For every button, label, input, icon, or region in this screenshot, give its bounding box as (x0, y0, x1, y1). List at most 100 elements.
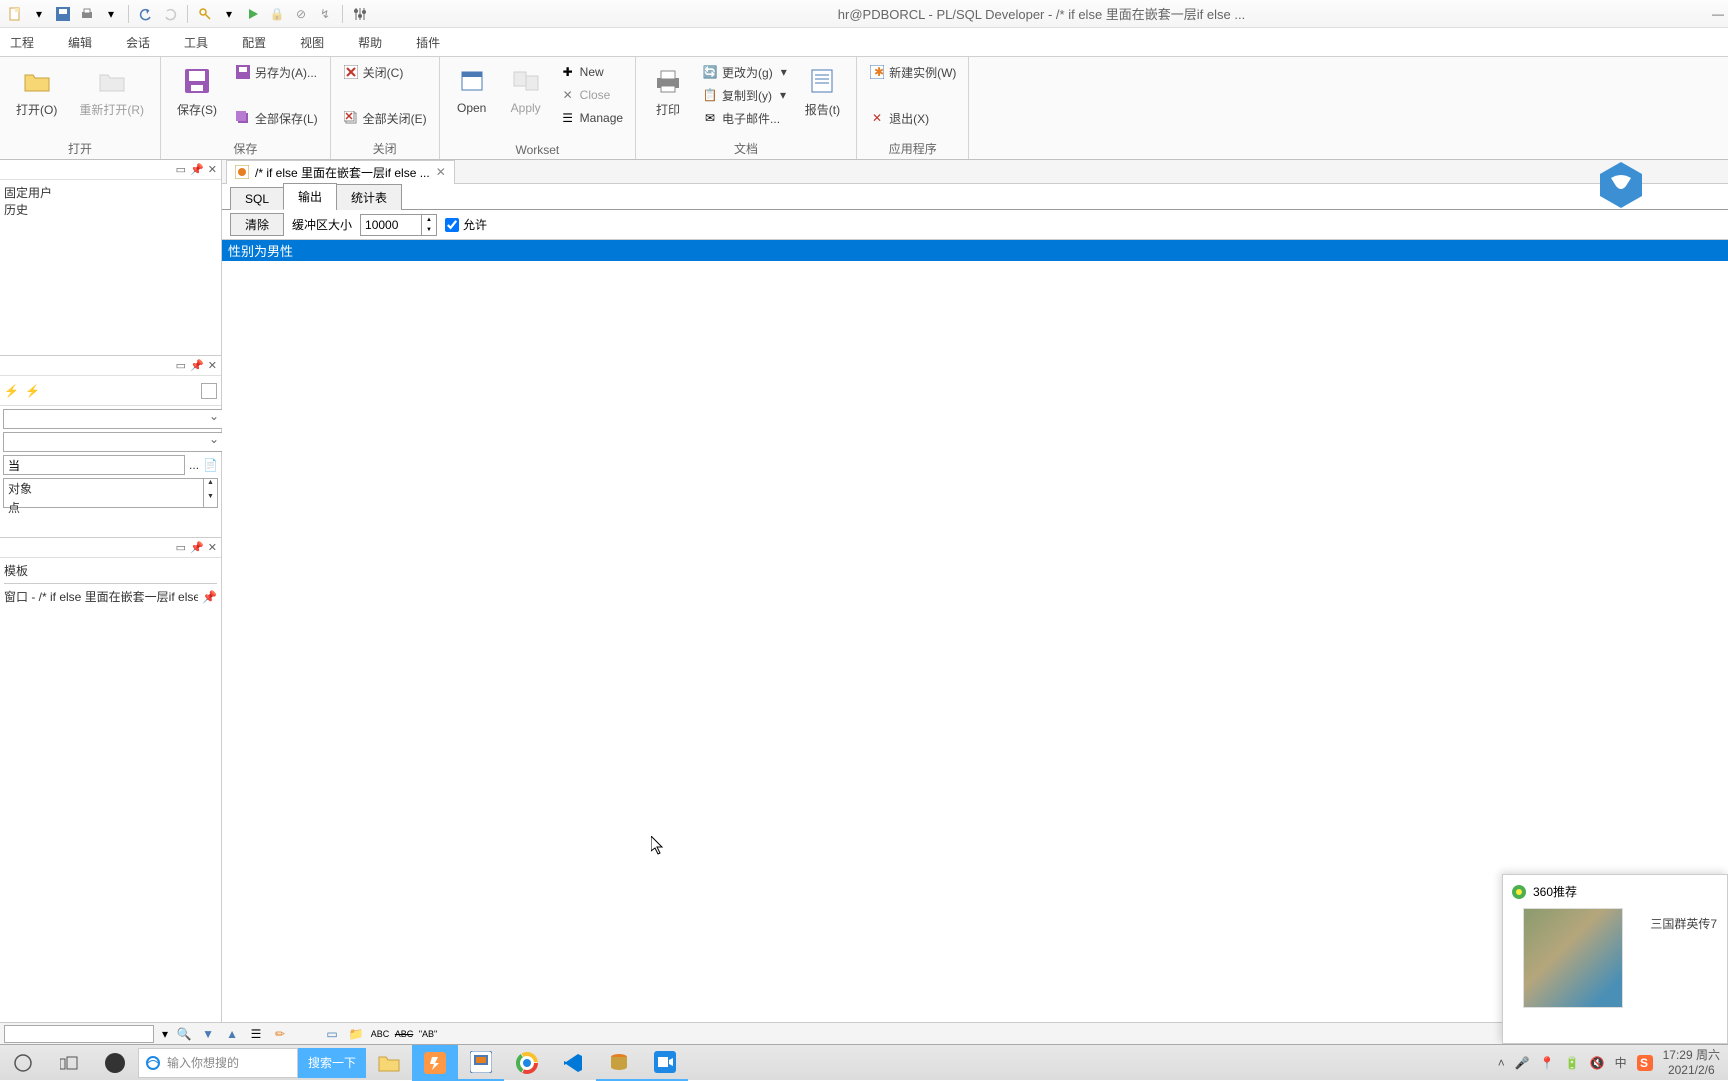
print-icon[interactable] (76, 3, 98, 25)
recorder-icon[interactable] (642, 1045, 688, 1081)
plsql-app-icon[interactable] (596, 1045, 642, 1081)
highlight-icon[interactable]: ✏ (272, 1026, 288, 1042)
notification-popup[interactable]: 360推荐 三国群英传7 (1502, 874, 1728, 1044)
abc-strike-icon[interactable]: ABC (396, 1026, 412, 1042)
tab-sql[interactable]: SQL (230, 187, 284, 210)
break-icon[interactable]: ↯ (314, 3, 336, 25)
combo-2[interactable] (3, 432, 224, 452)
buffer-size-spinner[interactable]: ▲▼ (360, 214, 437, 236)
menu-session[interactable]: 会话 (122, 32, 154, 53)
menu-help[interactable]: 帮助 (354, 32, 386, 53)
exit-button[interactable]: ✕退出(X) (865, 107, 960, 129)
settings-icon[interactable] (349, 3, 371, 25)
minimize-button[interactable]: — (1712, 7, 1724, 21)
doc-icon[interactable]: 📄 (203, 458, 218, 472)
undo-icon[interactable] (135, 3, 157, 25)
redo-icon[interactable] (159, 3, 181, 25)
menu-view[interactable]: 视图 (296, 32, 328, 53)
saveas-button[interactable]: 另存为(A)... (231, 61, 322, 83)
tab-output[interactable]: 输出 (283, 183, 337, 210)
restore-icon[interactable]: ▭ (176, 359, 186, 372)
filter-icon[interactable]: ⚡ (4, 384, 19, 398)
close-button[interactable]: 关闭(C) (339, 61, 431, 83)
find-icon[interactable]: 🔍 (176, 1026, 192, 1042)
tray-chevron-icon[interactable]: ˄ (1498, 1056, 1505, 1070)
tray-battery-icon[interactable]: 🔋 (1565, 1056, 1580, 1070)
reopen-button[interactable]: 重新打开(R) (71, 61, 152, 122)
closeall-button[interactable]: 全部关闭(E) (339, 107, 431, 129)
fixed-user-item[interactable]: 固定用户 (4, 184, 217, 201)
explorer-icon[interactable] (366, 1045, 412, 1081)
pin-icon[interactable]: 📌 (190, 359, 204, 372)
dropdown-icon[interactable]: ▾ (100, 3, 122, 25)
restore-icon[interactable]: ▭ (176, 163, 186, 176)
spin-up-icon[interactable]: ▲ (422, 215, 436, 225)
key-icon[interactable] (194, 3, 216, 25)
tray-mic-icon[interactable]: 🎤 (1515, 1056, 1530, 1070)
dropdown-icon[interactable]: ▾ (28, 3, 50, 25)
folder-icon[interactable]: 📁 (348, 1026, 364, 1042)
close-icon[interactable]: ✕ (208, 359, 217, 372)
window-list-item[interactable]: 窗口 - /* if else 里面在嵌套一层if else (4, 588, 198, 605)
dropdown-icon[interactable]: ▾ (162, 1027, 168, 1041)
lock-icon[interactable]: 🔒 (266, 3, 288, 25)
report-button[interactable]: 报告(t) (797, 61, 848, 122)
dropdown-icon[interactable]: ▾ (218, 3, 240, 25)
task-view-button[interactable] (46, 1045, 92, 1081)
copyto-button[interactable]: 📋复制到(y)▾ (698, 84, 791, 106)
spin-down-icon[interactable]: ▼ (422, 225, 436, 235)
changeto-button[interactable]: 🔄更改为(g)▾ (698, 61, 791, 83)
chrome-icon[interactable] (504, 1045, 550, 1081)
quote-icon[interactable]: "AB" (420, 1026, 436, 1042)
execute-icon[interactable] (242, 3, 264, 25)
new-file-icon[interactable] (4, 3, 26, 25)
newinstance-button[interactable]: ✱新建实例(W) (865, 61, 960, 83)
restore-icon[interactable]: ▭ (176, 541, 186, 554)
tray-sogou-icon[interactable]: S (1637, 1055, 1653, 1071)
thunder-bird-icon[interactable] (1594, 162, 1648, 208)
scroll-up-icon[interactable]: ▲ (204, 479, 217, 493)
filter-icon[interactable]: ⚡ (25, 384, 40, 398)
taskbar-search[interactable]: 输入你想搜的 (138, 1048, 298, 1078)
workset-apply-button[interactable]: Apply (502, 61, 550, 119)
vscode-icon[interactable] (550, 1045, 596, 1081)
saveall-button[interactable]: 全部保存(L) (231, 107, 322, 129)
buffer-size-input[interactable] (361, 215, 421, 235)
allow-checkbox[interactable]: 允许 (445, 216, 487, 233)
stop-icon[interactable]: ⊘ (290, 3, 312, 25)
open-button[interactable]: 打开(O) (8, 61, 65, 122)
color-box[interactable] (201, 383, 217, 399)
start-button[interactable] (0, 1045, 46, 1081)
workset-close-button[interactable]: ✕Close (556, 84, 627, 106)
abc-icon[interactable]: ABC (372, 1026, 388, 1042)
tray-volume-icon[interactable]: 🔇 (1590, 1056, 1605, 1070)
tab-stats[interactable]: 统计表 (336, 184, 402, 210)
output-line[interactable]: 性别为男性 (222, 240, 1728, 261)
vmware-icon[interactable] (458, 1045, 504, 1081)
thunder-app-icon[interactable] (412, 1045, 458, 1081)
popup-text[interactable]: 三国群英传7 (1650, 915, 1717, 932)
document-tab[interactable]: /* if else 里面在嵌套一层if else ... ✕ (226, 160, 455, 184)
pin-icon[interactable]: 📌 (202, 590, 217, 604)
find-input[interactable] (4, 1025, 154, 1043)
save-button[interactable]: 保存(S) (169, 61, 225, 122)
tab-close-icon[interactable]: ✕ (436, 165, 446, 179)
find-next-icon[interactable]: ▼ (200, 1026, 216, 1042)
history-item[interactable]: 历史 (4, 201, 217, 218)
search-button[interactable]: 搜索一下 (298, 1048, 366, 1078)
close-icon[interactable]: ✕ (208, 541, 217, 554)
clear-button[interactable]: 清除 (230, 213, 284, 236)
menu-config[interactable]: 配置 (238, 32, 270, 53)
combo-1[interactable] (3, 409, 224, 429)
app-icon[interactable] (92, 1045, 138, 1081)
find-prev-icon[interactable]: ▲ (224, 1026, 240, 1042)
list-icon[interactable]: ☰ (248, 1026, 264, 1042)
taskbar-clock[interactable]: 17:29 周六 2021/2/6 (1663, 1048, 1720, 1077)
filter-input[interactable] (3, 455, 185, 475)
scroll-down-icon[interactable]: ▼ (204, 493, 217, 507)
tray-location-icon[interactable]: 📍 (1540, 1056, 1555, 1070)
window-icon[interactable]: ▭ (324, 1026, 340, 1042)
menu-edit[interactable]: 编辑 (64, 32, 96, 53)
popup-image[interactable] (1523, 908, 1623, 1008)
menu-project[interactable]: 工程 (6, 32, 38, 53)
